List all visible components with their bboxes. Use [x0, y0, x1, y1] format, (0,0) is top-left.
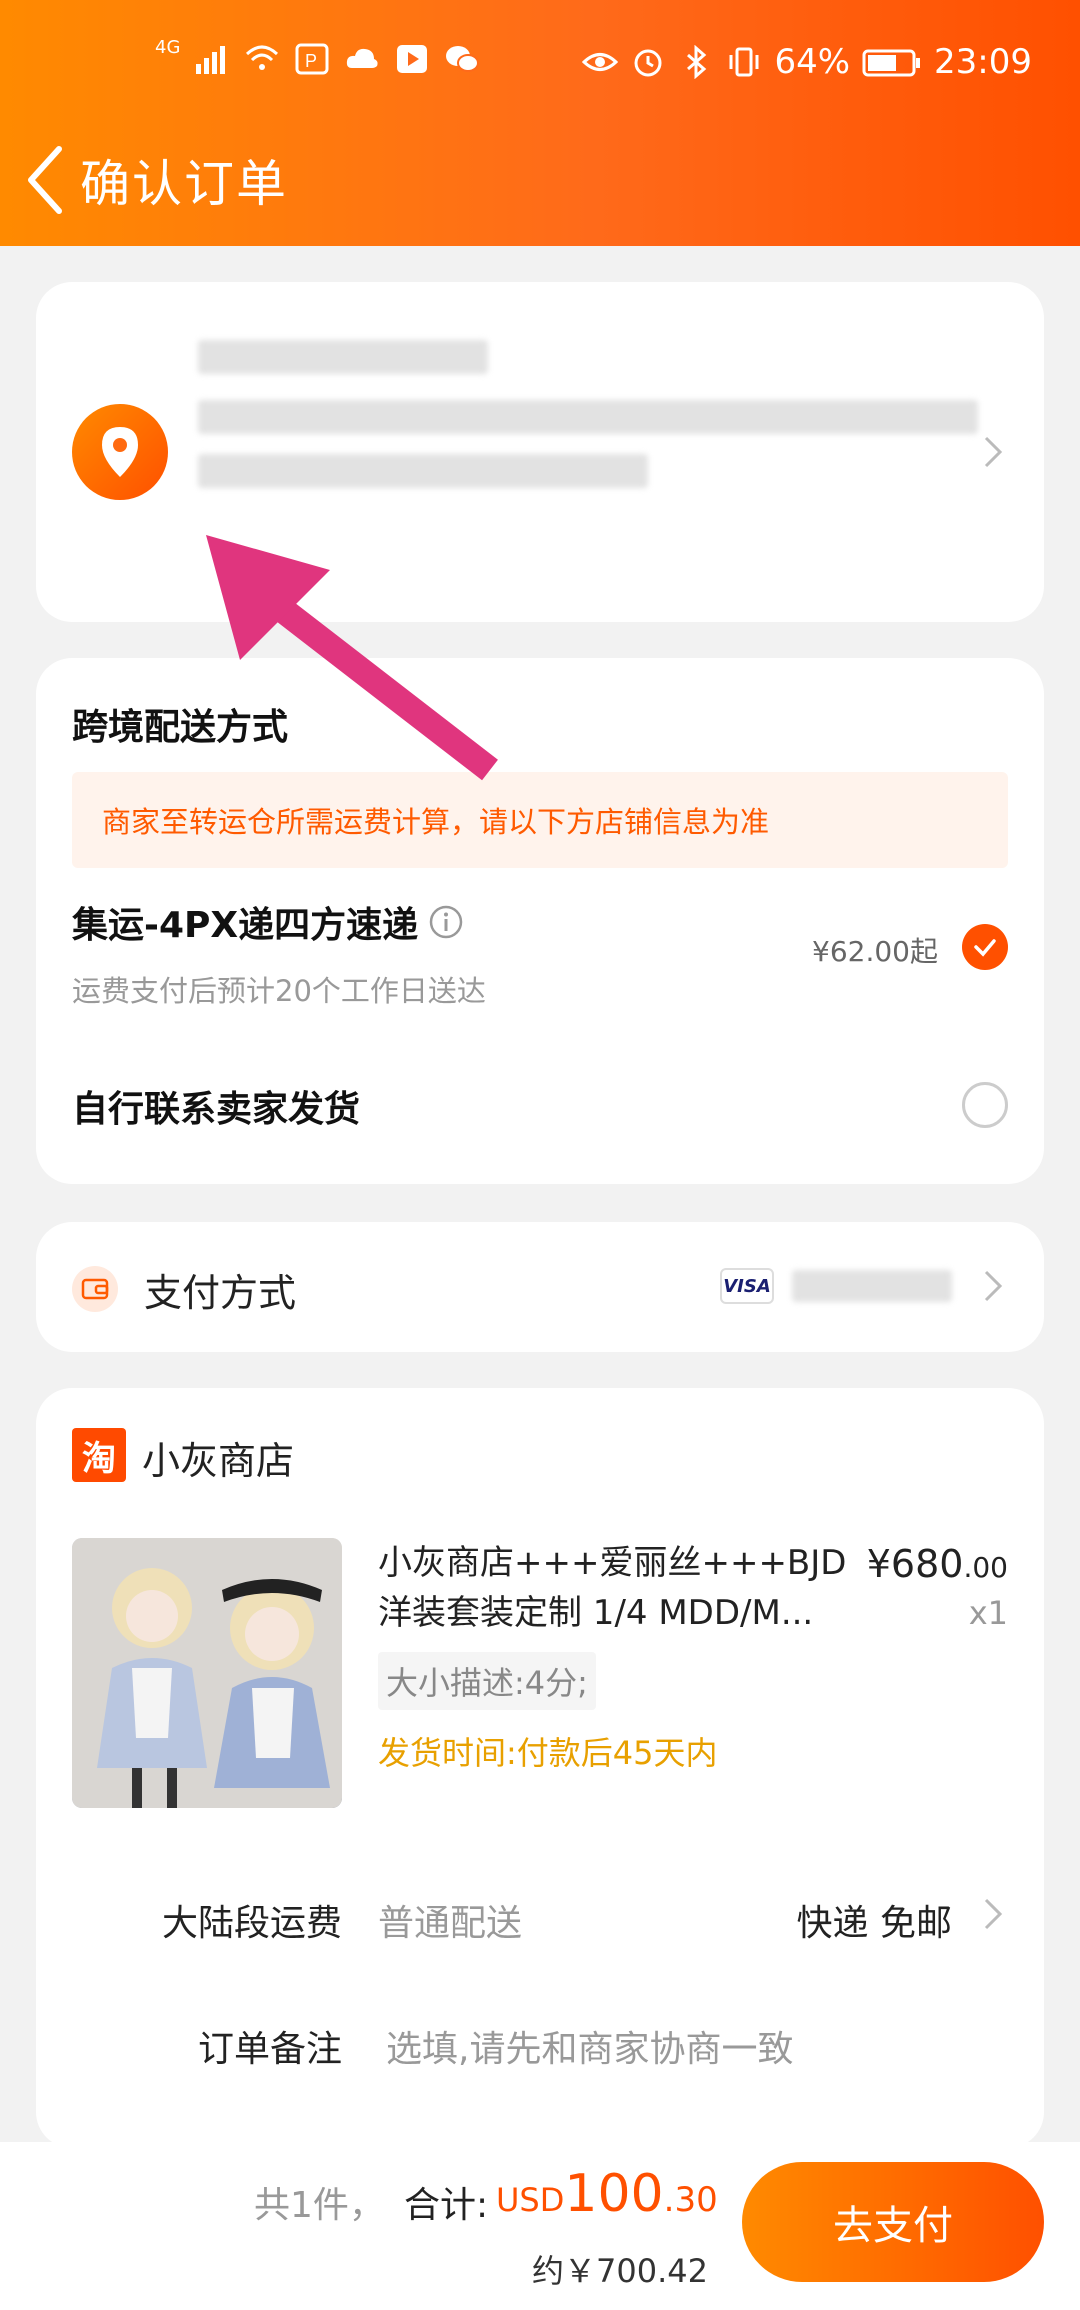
- pay-button[interactable]: 去支付: [742, 2162, 1044, 2282]
- product-price: ¥680.00: [867, 1542, 1008, 1586]
- shipping-option-4px-label: 集运-4PX递四方速递: [72, 905, 419, 946]
- total-amount: USD100.30: [496, 2164, 718, 2224]
- shipping-option-price: ¥62.00起: [812, 935, 938, 968]
- status-bar: 4G P 64% 23:09: [0, 37, 1080, 88]
- bluetooth-icon: [687, 45, 707, 79]
- total-label: 合计:: [404, 2185, 489, 2226]
- card-number-redacted: [792, 1270, 952, 1302]
- product-title[interactable]: 小灰商店+++爱丽丝+++BJD洋装套装定制 1/4 MDD/M...: [378, 1538, 858, 1638]
- shipping-option-title: 集运-4PX递四方速递: [72, 896, 464, 948]
- bottom-checkout-bar: 共1件， 合计: USD100.30 约￥700.42 去支付: [0, 2142, 1080, 2310]
- doll-illustration: [72, 1538, 342, 1808]
- alarm-icon: [634, 49, 662, 77]
- chevron-right-icon: [984, 436, 1003, 468]
- pay-button-label: 去支付: [833, 2203, 953, 2249]
- app-header: 4G P 64% 23:09 确认订单: [0, 0, 1080, 246]
- check-icon: [974, 939, 996, 957]
- eye-icon: [582, 53, 619, 71]
- app-icon: P: [295, 43, 329, 75]
- total-approx-cny: 约￥700.42: [532, 2252, 708, 2290]
- total-int: 100: [564, 2164, 664, 2224]
- mainland-fee-label: 大陆段运费: [161, 1903, 342, 1944]
- remark-input[interactable]: 选填,请先和商家协商一致: [386, 2020, 793, 2072]
- chevron-right-icon: [984, 1898, 1003, 1930]
- ship-time: 发货时间:付款后45天内: [378, 1734, 718, 1772]
- address-card[interactable]: [36, 282, 1044, 622]
- wifi-icon: [246, 45, 279, 70]
- wechat-icon: [446, 46, 480, 72]
- total-dec: .30: [663, 2180, 718, 2220]
- radio-unselected[interactable]: [962, 1082, 1008, 1128]
- mainland-fee-right: 快递 免邮: [796, 1903, 952, 1944]
- mainland-fee-value: 普通配送: [378, 1903, 523, 1944]
- status-left: 4G P: [155, 37, 480, 76]
- chevron-left-icon: [28, 146, 62, 214]
- address-name-redacted: [198, 340, 488, 374]
- play-icon: [397, 45, 428, 73]
- address-line2-redacted: [198, 454, 648, 488]
- chevron-right-icon: [984, 1270, 1003, 1302]
- svg-text:P: P: [305, 51, 317, 71]
- info-icon[interactable]: [428, 904, 464, 940]
- item-count: 共1件，: [254, 2185, 385, 2226]
- visa-card-icon: VISA: [720, 1268, 774, 1304]
- back-button[interactable]: [10, 135, 80, 225]
- product-spec[interactable]: 大小描述:4分;: [378, 1652, 596, 1710]
- clock: 23:09: [934, 42, 1032, 82]
- cloud-icon: [347, 48, 378, 68]
- vibrate-icon: [729, 47, 759, 77]
- shipping-option-subtitle: 运费支付后预计20个工作日送达: [72, 974, 486, 1008]
- shipping-option-self-label: 自行联系卖家发货: [72, 1089, 361, 1130]
- shipping-section-title: 跨境配送方式: [72, 707, 289, 748]
- remark-label: 订单备注: [197, 2029, 342, 2070]
- network-label: 4G: [155, 36, 181, 58]
- shipping-notice: 商家至转运仓所需运费计算，请以下方店铺信息为准: [72, 772, 1008, 868]
- visa-label: VISA: [723, 1275, 771, 1297]
- shipping-method-card: 跨境配送方式 商家至转运仓所需运费计算，请以下方店铺信息为准 集运-4PX递四方…: [36, 658, 1044, 1184]
- radio-selected[interactable]: [962, 924, 1008, 970]
- location-pin-icon: [72, 404, 168, 500]
- battery-icon: [862, 49, 921, 77]
- shipping-notice-text: 商家至转运仓所需运费计算，请以下方店铺信息为准: [102, 805, 770, 839]
- product-price-int: ¥680: [866, 1542, 964, 1586]
- taobao-logo-icon: 淘: [72, 1428, 126, 1482]
- payment-method-card[interactable]: 支付方式 VISA: [36, 1222, 1044, 1352]
- product-image[interactable]: [72, 1538, 342, 1808]
- page-title: 确认订单: [80, 155, 288, 213]
- product-quantity: x1: [968, 1594, 1008, 1632]
- payment-label: 支付方式: [144, 1271, 297, 1315]
- store-name[interactable]: 小灰商店: [142, 1430, 294, 1485]
- store-card: 淘 小灰商店 小灰商店+++爱丽丝+++BJD洋装套装定制 1/4 MDD/M.…: [36, 1388, 1044, 2148]
- title-row: 确认订单: [0, 135, 288, 225]
- address-line1-redacted: [198, 400, 978, 434]
- wallet-icon: [72, 1266, 118, 1312]
- battery-percent: 64%: [774, 42, 851, 82]
- signal-icon: [196, 46, 226, 74]
- taobao-badge-text: 淘: [82, 1438, 116, 1479]
- total-currency: USD: [496, 2181, 565, 2219]
- product-price-dec: .00: [963, 1551, 1008, 1584]
- status-right: 64% 23:09: [582, 42, 1032, 82]
